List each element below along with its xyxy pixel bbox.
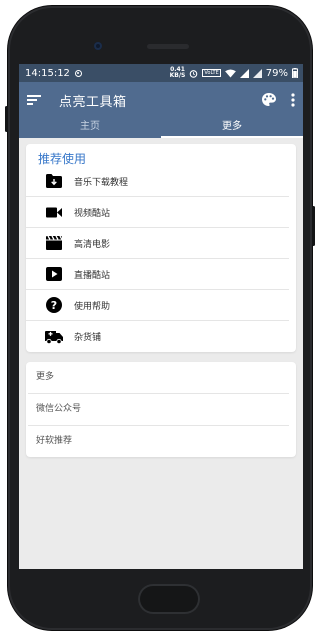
home-button[interactable]	[138, 584, 200, 614]
more-vert-icon[interactable]	[291, 93, 295, 107]
status-bar: 14:15:12 0.41 KB/S VoLTE 79%	[19, 64, 303, 82]
status-time: 14:15:12	[25, 67, 70, 79]
recommend-title: 推荐使用	[38, 152, 87, 166]
more-item-software-recommend[interactable]: 好软推荐	[28, 426, 289, 457]
tab-bar: 主页 更多	[19, 118, 303, 138]
list-item-label: 音乐下载教程	[74, 177, 129, 188]
earpiece-speaker	[147, 44, 189, 49]
video-camera-icon	[42, 200, 66, 224]
more-card: 更多 微信公众号 好软推荐	[26, 362, 296, 457]
signal-icon-2	[252, 68, 262, 78]
record-indicator-icon	[74, 69, 82, 77]
network-speed: 0.41 KB/S	[170, 67, 186, 79]
palette-icon[interactable]	[261, 92, 277, 108]
list-item-grocery[interactable]: 杂货铺	[26, 321, 289, 352]
battery-icon	[292, 68, 298, 78]
list-item-label: 视频酷站	[74, 208, 111, 219]
list-item-hd-movies[interactable]: 高清电影	[26, 228, 289, 259]
signal-icon	[239, 68, 249, 78]
app-bar: 点亮工具箱	[19, 82, 303, 118]
list-item-video-sites[interactable]: 视频酷站	[26, 197, 289, 228]
phone-side-button-right	[312, 206, 315, 246]
network-speed-unit: KB/S	[169, 72, 186, 79]
tab-more[interactable]: 更多	[161, 118, 303, 138]
list-item-label: 杂货铺	[74, 333, 102, 343]
battery-percent: 79%	[265, 67, 288, 79]
sort-menu-icon[interactable]	[27, 91, 45, 109]
list-item-label: 直播酷站	[74, 270, 111, 281]
movie-clapper-icon	[42, 231, 66, 255]
list-item-live-sites[interactable]: 直播酷站	[26, 259, 289, 290]
list-item-label: 使用帮助	[74, 301, 111, 312]
tab-indicator	[161, 136, 303, 138]
screen: 14:15:12 0.41 KB/S VoLTE 79% 点亮工具箱 主页 更多…	[19, 64, 303, 569]
more-item-more[interactable]: 更多	[28, 362, 289, 394]
volte-badge: VoLTE	[202, 69, 221, 77]
recommend-card: 推荐使用 音乐下载教程 视频酷站 高清电影 直播酷站 ? 使用帮助 杂货铺	[26, 144, 296, 352]
alarm-icon	[190, 69, 198, 78]
tab-home[interactable]: 主页	[19, 118, 161, 138]
list-item-label: 高清电影	[74, 239, 111, 250]
front-camera	[94, 42, 102, 50]
more-item-wechat-account[interactable]: 微信公众号	[28, 394, 289, 426]
list-item-music-tutorial[interactable]: 音乐下载教程	[26, 166, 289, 197]
ambulance-icon	[42, 325, 66, 349]
phone-side-button-left	[5, 106, 8, 132]
play-box-icon	[42, 262, 66, 286]
app-title: 点亮工具箱	[59, 94, 127, 110]
folder-download-icon	[42, 169, 66, 193]
list-item-help[interactable]: ? 使用帮助	[26, 290, 289, 321]
svg-text:?: ?	[51, 299, 57, 312]
wifi-icon	[224, 68, 236, 78]
help-circle-icon: ?	[42, 293, 66, 317]
